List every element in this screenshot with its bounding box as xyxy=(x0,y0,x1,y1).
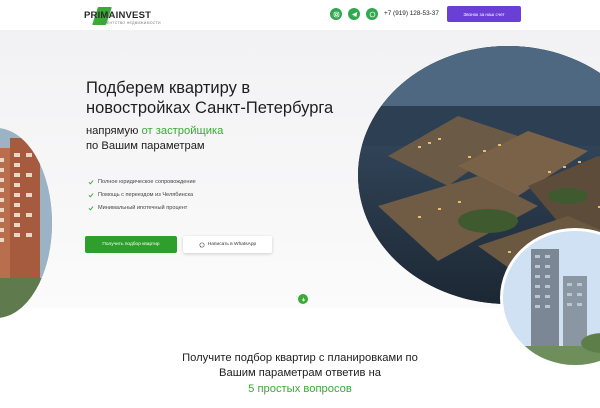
whatsapp-button-label: Написать в WhatsApp xyxy=(207,242,257,247)
instagram-icon[interactable] xyxy=(330,8,342,20)
logo-text-a: PRIMA xyxy=(84,10,116,21)
subtitle-line2: по Вашим параметрам xyxy=(86,140,205,152)
check-icon xyxy=(88,206,94,211)
hero-title: Подберем квартиру в новостройках Санкт-П… xyxy=(86,79,334,117)
check-icon xyxy=(88,193,94,198)
phone-number[interactable]: +7 (919) 128-53-37 xyxy=(384,10,439,17)
whatsapp-button[interactable]: Написать в WhatsApp xyxy=(183,236,272,253)
telegram-icon[interactable] xyxy=(348,8,360,20)
scroll-down-button[interactable] xyxy=(298,294,308,304)
whatsapp-icon xyxy=(199,242,205,248)
feature-item: Минимальный ипотечный процент xyxy=(88,205,187,211)
feature-label: Полное юридическое сопровождение xyxy=(98,179,196,185)
arrow-down-icon xyxy=(301,297,305,302)
check-icon xyxy=(88,180,94,185)
logo[interactable]: PRIMAINVEST АГЕНТСТВО НЕДВИЖИМОСТИ xyxy=(84,6,161,26)
subtitle-prefix: напрямую xyxy=(86,125,142,137)
logo-text: PRIMAINVEST xyxy=(84,10,151,21)
hero-subtitle: напрямую от застройщика по Вашим парамет… xyxy=(86,124,223,154)
site-header: PRIMAINVEST АГЕНТСТВО НЕДВИЖИМОСТИ +7 (9… xyxy=(0,0,600,30)
get-apartments-button[interactable]: Получить подбор квартир xyxy=(85,236,177,253)
quiz-accent: 5 простых вопросов xyxy=(248,383,352,395)
feature-item: Помощь с переездом из Челябинска xyxy=(88,192,193,198)
quiz-title-text: Получите подбор квартир с планировками п… xyxy=(182,352,418,379)
logo-tagline: АГЕНТСТВО НЕДВИЖИМОСТИ xyxy=(102,21,161,25)
feature-item: Полное юридическое сопровождение xyxy=(88,179,196,185)
call-button[interactable]: Звонок за наш счет xyxy=(447,6,521,22)
quiz-title: Получите подбор квартир с планировками п… xyxy=(0,351,600,381)
logo-text-b: INVEST xyxy=(115,10,152,21)
subtitle-accent: от застройщика xyxy=(141,125,224,137)
whatsapp-icon[interactable] xyxy=(366,8,378,20)
feature-label: Помощь с переездом из Челябинска xyxy=(98,192,194,198)
feature-label: Минимальный ипотечный процент xyxy=(98,205,188,211)
page: PRIMAINVEST АГЕНТСТВО НЕДВИЖИМОСТИ +7 (9… xyxy=(0,0,600,408)
